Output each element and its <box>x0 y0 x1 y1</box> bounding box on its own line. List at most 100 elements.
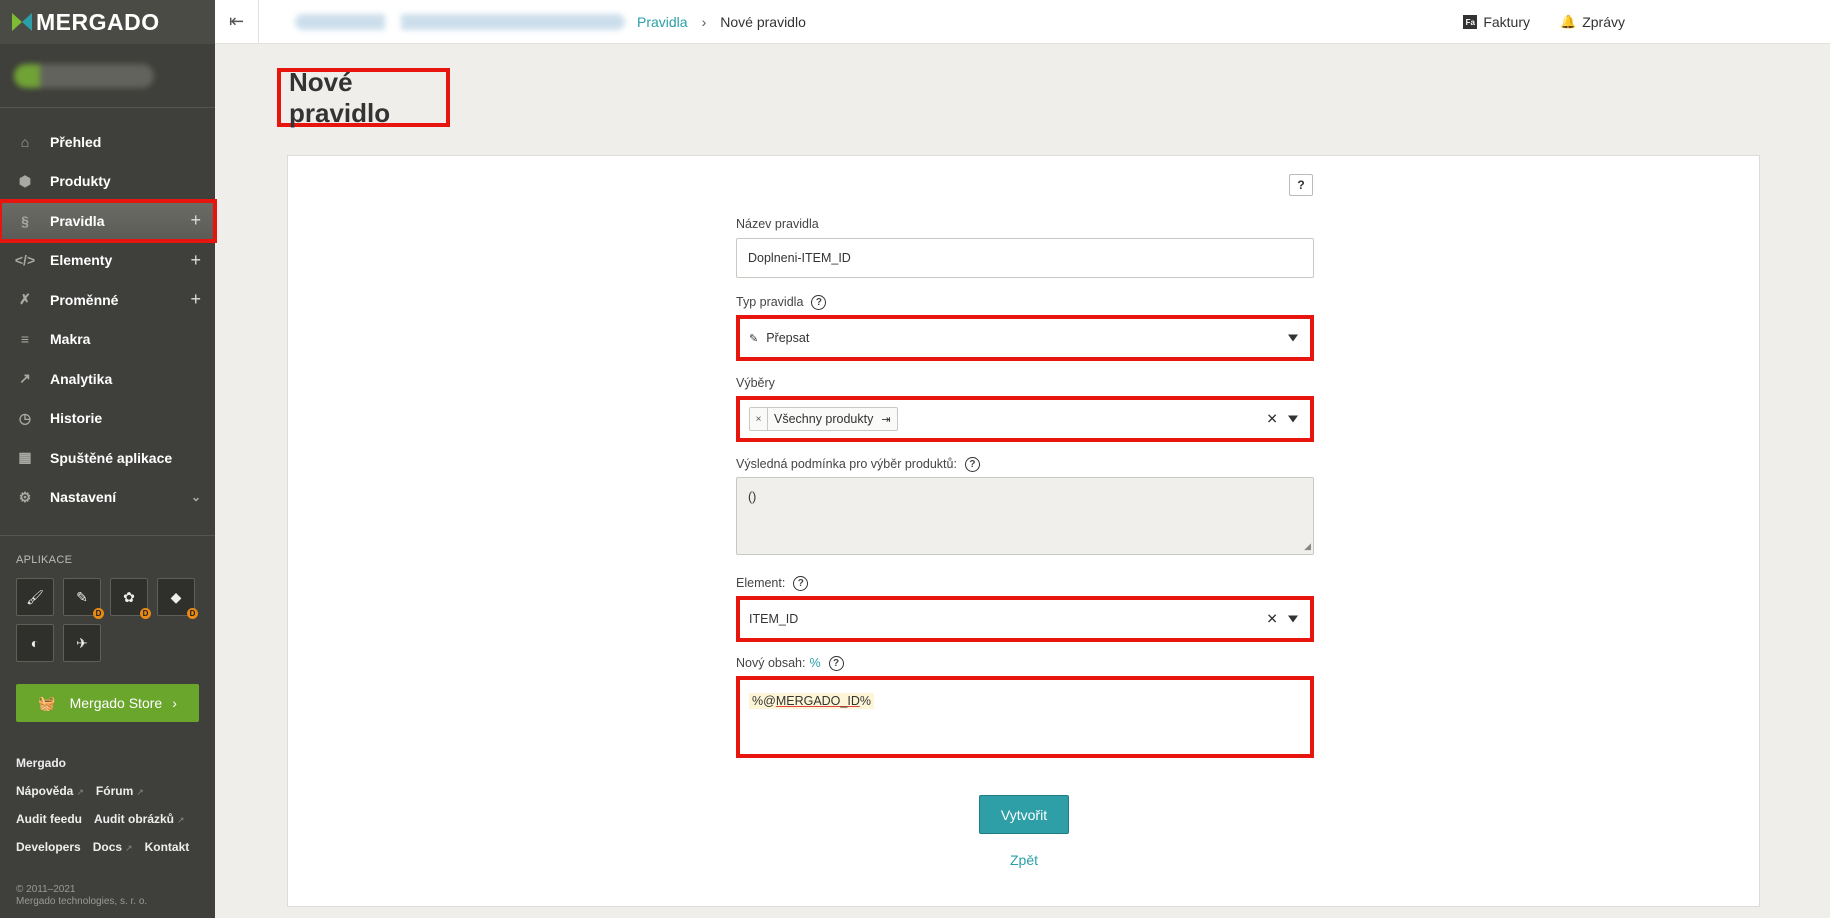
variables-toggle[interactable]: % <box>809 656 820 670</box>
footer-link[interactable]: Developers <box>16 840 81 854</box>
apps-title: APLIKACE <box>16 554 73 566</box>
new-content-editor[interactable]: %@MERGADO_ID% <box>736 676 1314 758</box>
fox-app-icon[interactable]: ◆ D <box>157 578 198 619</box>
collapse-sidebar-icon[interactable]: ⇤ <box>215 0 259 44</box>
question-icon[interactable]: ? <box>828 655 844 671</box>
type-label-text: Typ pravidla <box>736 295 804 309</box>
add-icon[interactable]: + <box>190 250 201 271</box>
content-var: MERGADO_ID <box>775 694 860 708</box>
sidebar-item-pravidla[interactable]: § Pravidla + <box>0 199 217 243</box>
paragraph-icon: § <box>21 212 29 229</box>
messages-link[interactable]: 🔔 Zprávy <box>1560 14 1625 30</box>
back-link[interactable]: Zpět <box>979 852 1069 868</box>
sidebar-item-produkty[interactable]: ⬢ Produkty <box>0 162 215 202</box>
field-selections: Výběry × Všechny produkty ⇥ ✕ <box>736 375 1314 442</box>
sidebar-item-přehled[interactable]: ⌂ Přehled <box>0 122 215 162</box>
clear-icon[interactable]: ✕ <box>1266 411 1278 428</box>
copyright: © 2011–2021 Mergado technologies, s. r. … <box>16 884 147 908</box>
copyright-company: Mergado technologies, s. r. o. <box>16 896 148 907</box>
sidebar-item-label: Analytika <box>50 370 113 387</box>
footer-link-label: Nápověda <box>16 784 74 798</box>
app-glyph: ✎ <box>76 588 88 605</box>
rule-type-select[interactable]: ✎ Přepsat <box>736 315 1314 361</box>
divider <box>0 535 215 536</box>
gear-icon: ⚙ <box>18 488 32 505</box>
footer-link[interactable]: Fórum ↗ <box>96 784 144 798</box>
sidebar: MERGADO ⌂ Přehled ⬢ Produkty § Pravidla + </… <box>0 0 217 918</box>
field-condition: Výsledná podmínka pro výběr produktů: ? … <box>736 456 1314 555</box>
selections-select[interactable]: × Všechny produkty ⇥ ✕ <box>736 396 1314 442</box>
sidebar-item-label: Přehled <box>50 133 102 150</box>
field-element: Element: ? ITEM_ID ✕ <box>736 575 1314 642</box>
footer-link-label: Kontakt <box>144 840 190 854</box>
caret-down-icon <box>1288 334 1298 342</box>
footer-link[interactable]: Audit feedu <box>16 812 82 826</box>
mergado-store-button[interactable]: 🧺 Mergado Store › <box>16 684 199 722</box>
top-actions: Fa Faktury 🔔 Zprávy <box>1463 0 1625 44</box>
add-icon[interactable]: + <box>190 210 201 231</box>
sidebar-item-elementy[interactable]: </> Elementy + <box>0 241 215 281</box>
sidebar-item-makra[interactable]: ≡ Makra <box>0 320 215 360</box>
sidebar-item-label: Makra <box>50 331 91 348</box>
element-label-text: Element: <box>736 576 786 590</box>
clear-icon[interactable]: ✕ <box>1266 611 1278 628</box>
footer-link[interactable]: Audit obrázků ↗ <box>94 812 185 826</box>
footer-link[interactable]: Nápověda ↗ <box>16 784 84 798</box>
store-label: Mergado Store <box>69 695 163 711</box>
map-app-icon[interactable]: ✎ D <box>63 578 104 619</box>
footer-link[interactable]: Kontakt <box>145 840 190 854</box>
topbar: ⇤ Pravidla › Nové pravidlo Fa Faktury 🔔 … <box>215 0 1830 44</box>
brush-app-icon[interactable]: 🖌 <box>16 578 54 616</box>
mergado-logo-icon <box>12 13 32 31</box>
main-nav: ⌂ Přehled ⬢ Produkty § Pravidla + </> Elemen… <box>0 108 217 518</box>
breadcrumb-blurred <box>295 13 625 30</box>
question-icon[interactable]: ? <box>811 294 827 310</box>
invoices-link[interactable]: Fa Faktury <box>1463 14 1530 30</box>
pencil-icon: ✎ <box>749 332 759 345</box>
open-selection-icon[interactable]: ⇥ <box>881 413 896 426</box>
dev-badge: D <box>187 608 198 619</box>
content-label: Nový obsah: % ? <box>736 655 1314 671</box>
field-name: Název pravidla Doplneni-ITEM_ID <box>736 216 1314 278</box>
messages-label: Zprávy <box>1582 14 1625 30</box>
invoices-label: Faktury <box>1483 14 1531 30</box>
element-select[interactable]: ITEM_ID ✕ <box>736 596 1314 642</box>
caret-down-icon[interactable] <box>1288 415 1298 423</box>
logo[interactable]: MERGADO <box>0 0 215 44</box>
rule-type-value: Přepsat <box>766 331 810 345</box>
app-glyph: ✿ <box>123 588 135 605</box>
chevron-right-icon: › <box>172 695 177 711</box>
bell-icon: 🔔 <box>1560 14 1577 29</box>
chevron-down-icon[interactable]: ⌄ <box>191 490 201 504</box>
caret-down-icon[interactable] <box>1288 615 1298 623</box>
question-icon[interactable]: ? <box>793 575 809 591</box>
help-button[interactable]: ? <box>1289 174 1313 196</box>
footer-link[interactable]: Docs ↗ <box>93 840 133 854</box>
plane-app-icon[interactable]: ✈ <box>63 624 101 662</box>
add-icon[interactable]: + <box>190 289 201 310</box>
name-label-text: Název pravidla <box>736 217 819 231</box>
selection-tag-label: Všechny produkty <box>774 412 874 426</box>
sidebar-item-label: Proměnné <box>50 291 119 308</box>
coin-app-icon[interactable]: ◐ <box>16 624 54 662</box>
page-title: Nové pravidlo <box>277 67 450 128</box>
sidebar-item-historie[interactable]: ◷ Historie <box>0 399 215 439</box>
sidebar-item-spuštěné-aplikace[interactable]: ▦ Spuštěné aplikace <box>0 438 215 478</box>
app-glyph: ◐ <box>30 635 40 651</box>
create-button[interactable]: Vytvořit <box>979 795 1069 834</box>
sidebar-item-nastavení[interactable]: ⚙ Nastavení ⌄ <box>0 478 215 518</box>
hedgehog-app-icon[interactable]: ✿ D <box>110 578 151 619</box>
footer-link-label: Audit obrázků <box>94 812 174 826</box>
question-icon[interactable]: ? <box>964 456 980 472</box>
sidebar-item-label: Pravidla <box>50 212 105 229</box>
breadcrumb-rules-link[interactable]: Pravidla <box>637 14 688 30</box>
footer-link-label: Developers <box>16 840 81 854</box>
sidebar-item-analytika[interactable]: ↗ Analytika <box>0 359 215 399</box>
resize-grip-icon[interactable]: ◢ <box>1304 541 1311 552</box>
account-switcher[interactable] <box>0 44 215 108</box>
remove-tag-icon[interactable]: × <box>750 408 768 430</box>
rule-name-input[interactable]: Doplneni-ITEM_ID <box>736 238 1314 278</box>
sidebar-item-proměnné[interactable]: ✗ Proměnné + <box>0 280 215 320</box>
name-label: Název pravidla <box>736 216 1314 232</box>
type-label: Typ pravidla ? <box>736 294 1314 310</box>
